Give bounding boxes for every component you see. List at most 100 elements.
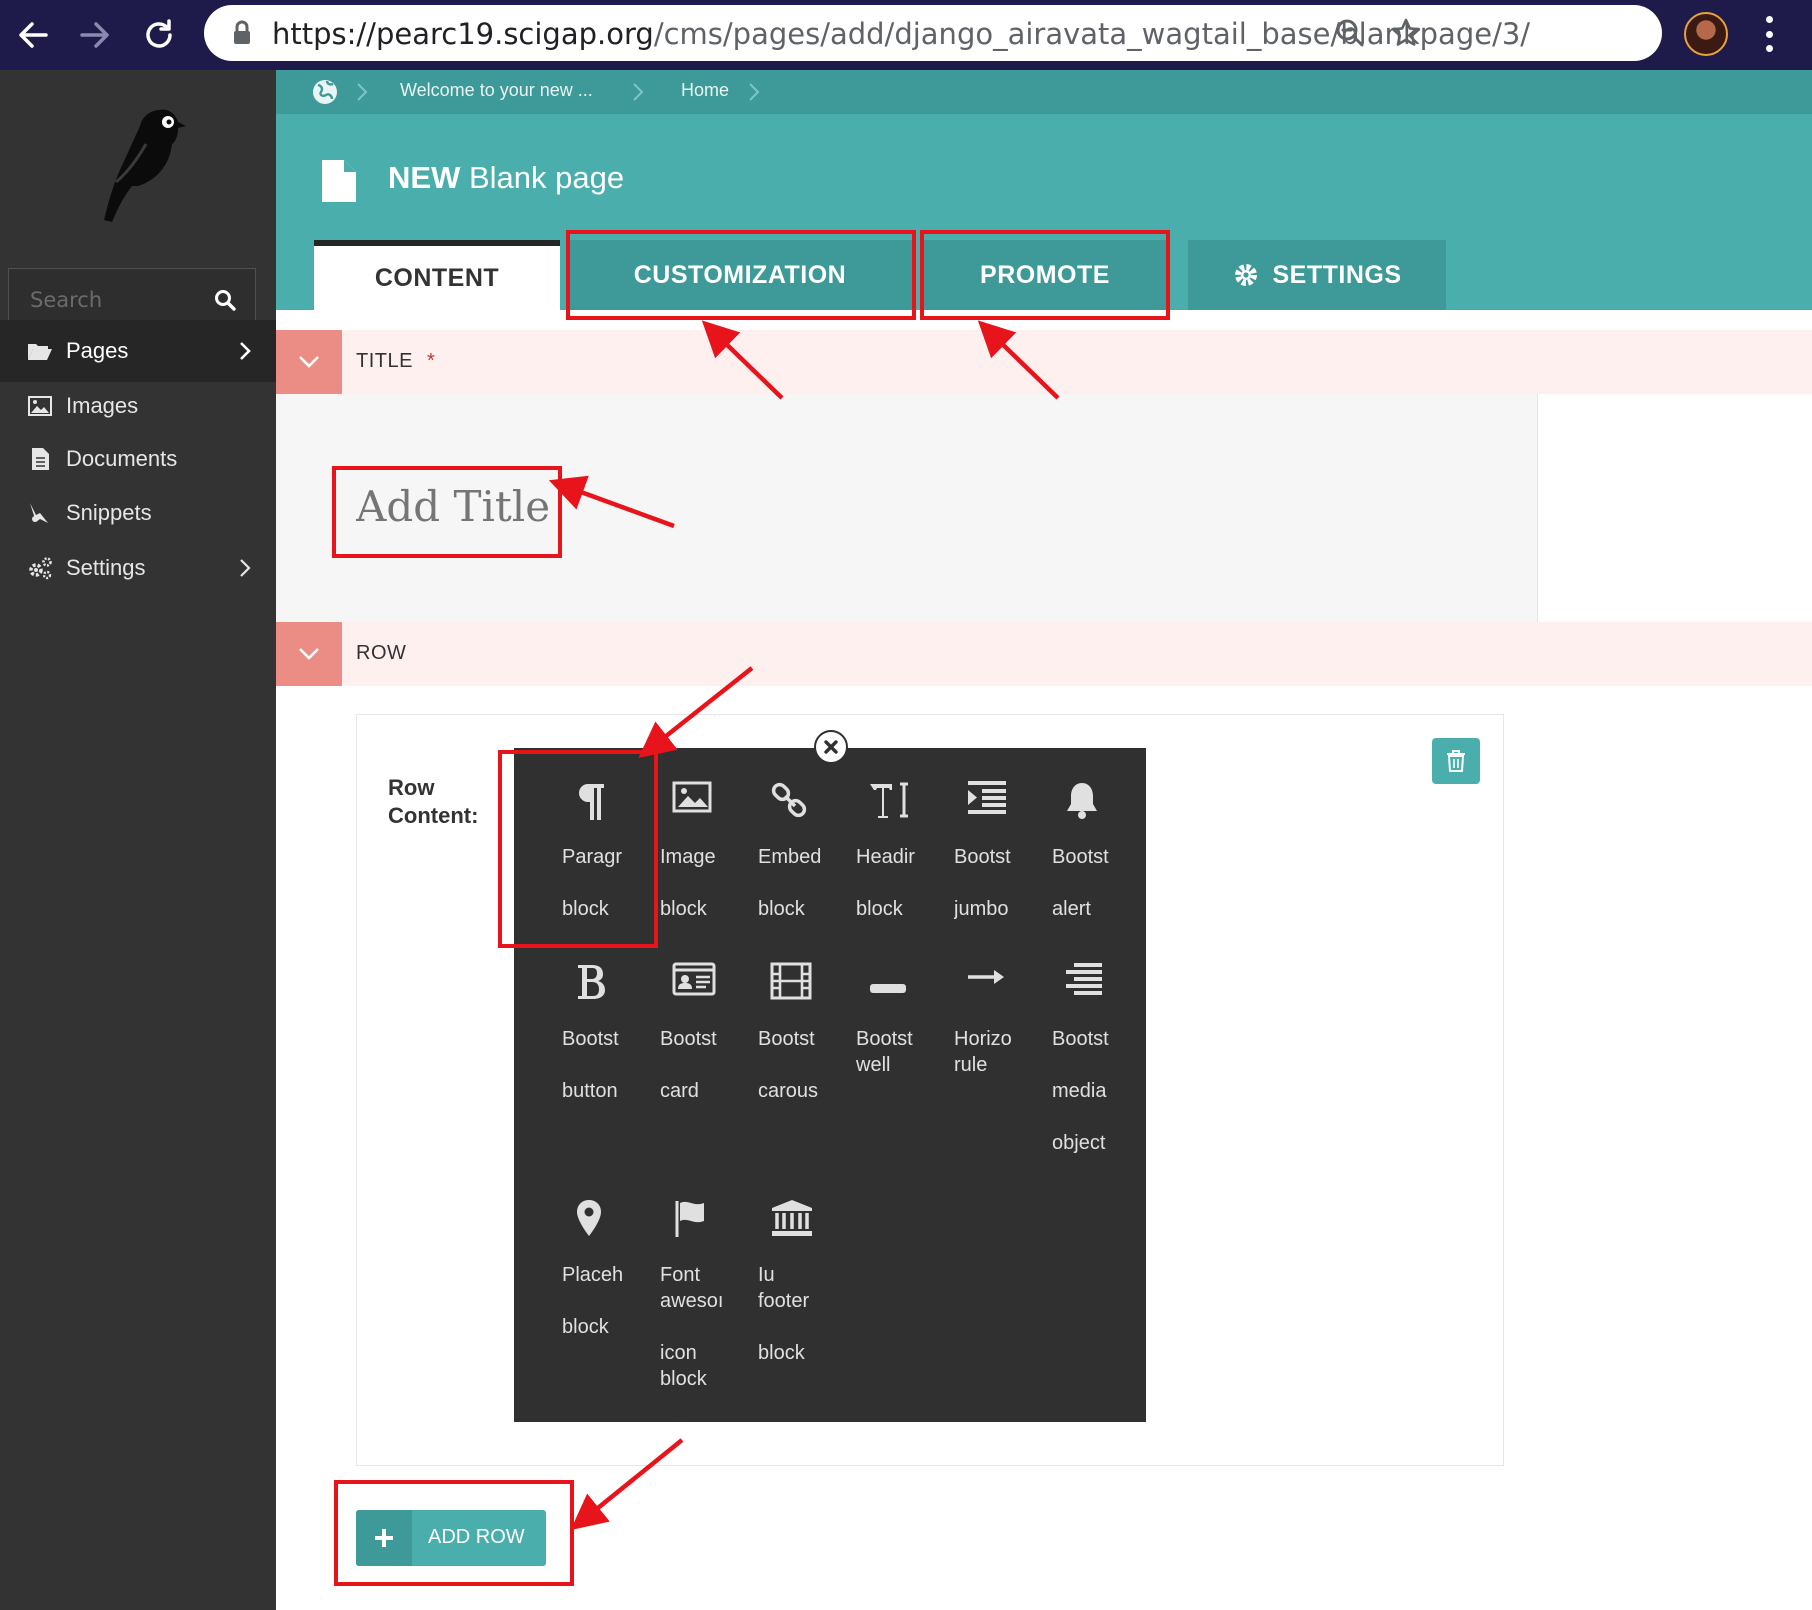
block-option-label: Font xyxy=(660,1264,701,1286)
section-label: ROW xyxy=(356,642,407,664)
id-card-icon xyxy=(672,962,758,1010)
sidebar-item-snippets[interactable]: Snippets xyxy=(0,482,276,544)
image-icon xyxy=(28,396,52,416)
block-option[interactable]: Image block xyxy=(660,780,758,922)
university-icon xyxy=(770,1198,856,1246)
collapse-toggle[interactable] xyxy=(276,622,342,686)
indent-icon xyxy=(966,780,1052,828)
block-option-label: Headir xyxy=(856,846,915,868)
title-section-header: TITLE * xyxy=(276,330,1812,394)
block-option[interactable]: Headir block xyxy=(856,780,954,922)
block-option[interactable]: Bootst jumbo xyxy=(954,780,1052,922)
chevron-right-icon xyxy=(240,559,251,577)
arrow-left-icon xyxy=(19,22,48,48)
chevron-right-icon xyxy=(357,83,368,101)
block-option[interactable]: Bootst button xyxy=(562,962,660,1104)
zoom-icon[interactable] xyxy=(1334,17,1366,49)
block-option[interactable]: Font awesoı icon block xyxy=(660,1198,758,1392)
row-content-label: Row Content: xyxy=(388,775,479,828)
sidebar-item-label: Snippets xyxy=(66,500,152,525)
bold-icon xyxy=(574,962,660,1010)
page-title: NEW Blank page xyxy=(388,160,625,195)
chevron-right-icon xyxy=(749,83,760,101)
block-option-label: footer xyxy=(758,1290,810,1312)
collapse-toggle[interactable] xyxy=(276,330,342,394)
chevron-right-icon xyxy=(633,83,644,101)
breadcrumb-item[interactable]: Home xyxy=(681,80,729,101)
search-icon[interactable] xyxy=(213,288,237,312)
sidebar-item-settings[interactable]: Settings xyxy=(0,537,276,599)
block-option[interactable]: Bootst carous xyxy=(758,962,856,1104)
block-option[interactable]: Iu footer block xyxy=(758,1198,856,1366)
heading-icon xyxy=(868,780,954,828)
annotation-box-title xyxy=(332,466,562,558)
block-option[interactable]: Bootst well xyxy=(856,962,954,1078)
back-button[interactable] xyxy=(8,10,58,60)
star-icon[interactable] xyxy=(1390,17,1422,49)
block-option[interactable]: Bootst card xyxy=(660,962,758,1104)
gear-icon xyxy=(1235,264,1258,286)
sidebar-item-label: Settings xyxy=(66,555,146,580)
forward-button[interactable] xyxy=(70,10,120,60)
chevron-down-icon xyxy=(299,648,319,660)
block-option[interactable]: Placeh block xyxy=(562,1198,660,1340)
block-option-label: Bootst xyxy=(562,1028,619,1050)
block-option-label: Bootst xyxy=(1052,1028,1109,1050)
breadcrumb: Welcome to your new ... Home xyxy=(276,70,1812,114)
block-option-label: well xyxy=(856,1054,891,1076)
wagtail-logo[interactable] xyxy=(76,100,196,230)
align-justify-icon xyxy=(1064,962,1150,1010)
sidebar-item-documents[interactable]: Documents xyxy=(0,428,276,490)
tab-label: CONTENT xyxy=(374,263,500,292)
sidebar: Search Pages Images Documents Snippets S… xyxy=(0,70,276,1610)
block-option[interactable]: Bootst media object xyxy=(1052,962,1150,1156)
block-option-label: Bootst xyxy=(758,1028,815,1050)
block-option-label: block xyxy=(856,898,903,920)
block-option-label: button xyxy=(562,1080,618,1102)
tab-settings[interactable]: SETTINGS xyxy=(1188,240,1446,310)
block-option-label: media xyxy=(1052,1080,1107,1102)
sidebar-item-label: Pages xyxy=(66,338,129,363)
block-option[interactable]: Horizo rule xyxy=(954,962,1052,1078)
reload-button[interactable] xyxy=(134,10,184,60)
bell-icon xyxy=(1064,780,1150,828)
block-option-label: Bootst xyxy=(1052,846,1109,868)
folder-open-icon xyxy=(28,344,52,360)
annotation-box-promote xyxy=(920,230,1170,320)
block-option-label: object xyxy=(1052,1132,1106,1154)
block-option-label: Bootst xyxy=(660,1028,717,1050)
row-section-header: ROW xyxy=(276,622,1812,686)
block-option-label: block xyxy=(758,1342,805,1364)
address-bar[interactable]: https://pearc19.scigap.org/cms/pages/add… xyxy=(204,5,1662,61)
image-icon xyxy=(672,780,758,828)
block-option[interactable]: Embed block xyxy=(758,780,856,922)
flag-icon xyxy=(672,1198,758,1246)
document-icon xyxy=(32,448,49,470)
delete-row-button[interactable] xyxy=(1432,738,1480,784)
block-option-label: carous xyxy=(758,1080,819,1102)
tab-label: SETTINGS xyxy=(1272,260,1402,289)
block-option-label: jumbo xyxy=(954,898,1009,920)
tab-content[interactable]: CONTENT xyxy=(314,240,560,310)
block-option-label: alert xyxy=(1052,898,1091,920)
annotation-box-add-row xyxy=(334,1480,574,1586)
block-option-label: rule xyxy=(954,1054,988,1076)
block-option[interactable]: Bootst alert xyxy=(1052,780,1150,922)
block-option-label: card xyxy=(660,1080,699,1102)
profile-avatar[interactable] xyxy=(1684,12,1728,56)
block-option-label: block xyxy=(562,1316,609,1338)
annotation-box-paragraph xyxy=(498,750,658,948)
block-option-label: Bootst xyxy=(856,1028,913,1050)
block-option-label: Bootst xyxy=(954,846,1011,868)
sidebar-item-pages[interactable]: Pages xyxy=(0,320,276,382)
snippet-icon xyxy=(30,503,48,523)
annotation-box-customization xyxy=(566,230,916,320)
globe-icon[interactable] xyxy=(312,79,338,105)
browser-menu-button[interactable] xyxy=(1756,14,1782,54)
block-option-label: block xyxy=(660,898,707,920)
trash-icon xyxy=(1447,750,1465,772)
block-option-label: awesoı xyxy=(660,1290,724,1312)
close-chooser-button[interactable] xyxy=(814,730,848,764)
section-label: TITLE * xyxy=(356,350,436,372)
breadcrumb-item[interactable]: Welcome to your new ... xyxy=(400,80,593,101)
